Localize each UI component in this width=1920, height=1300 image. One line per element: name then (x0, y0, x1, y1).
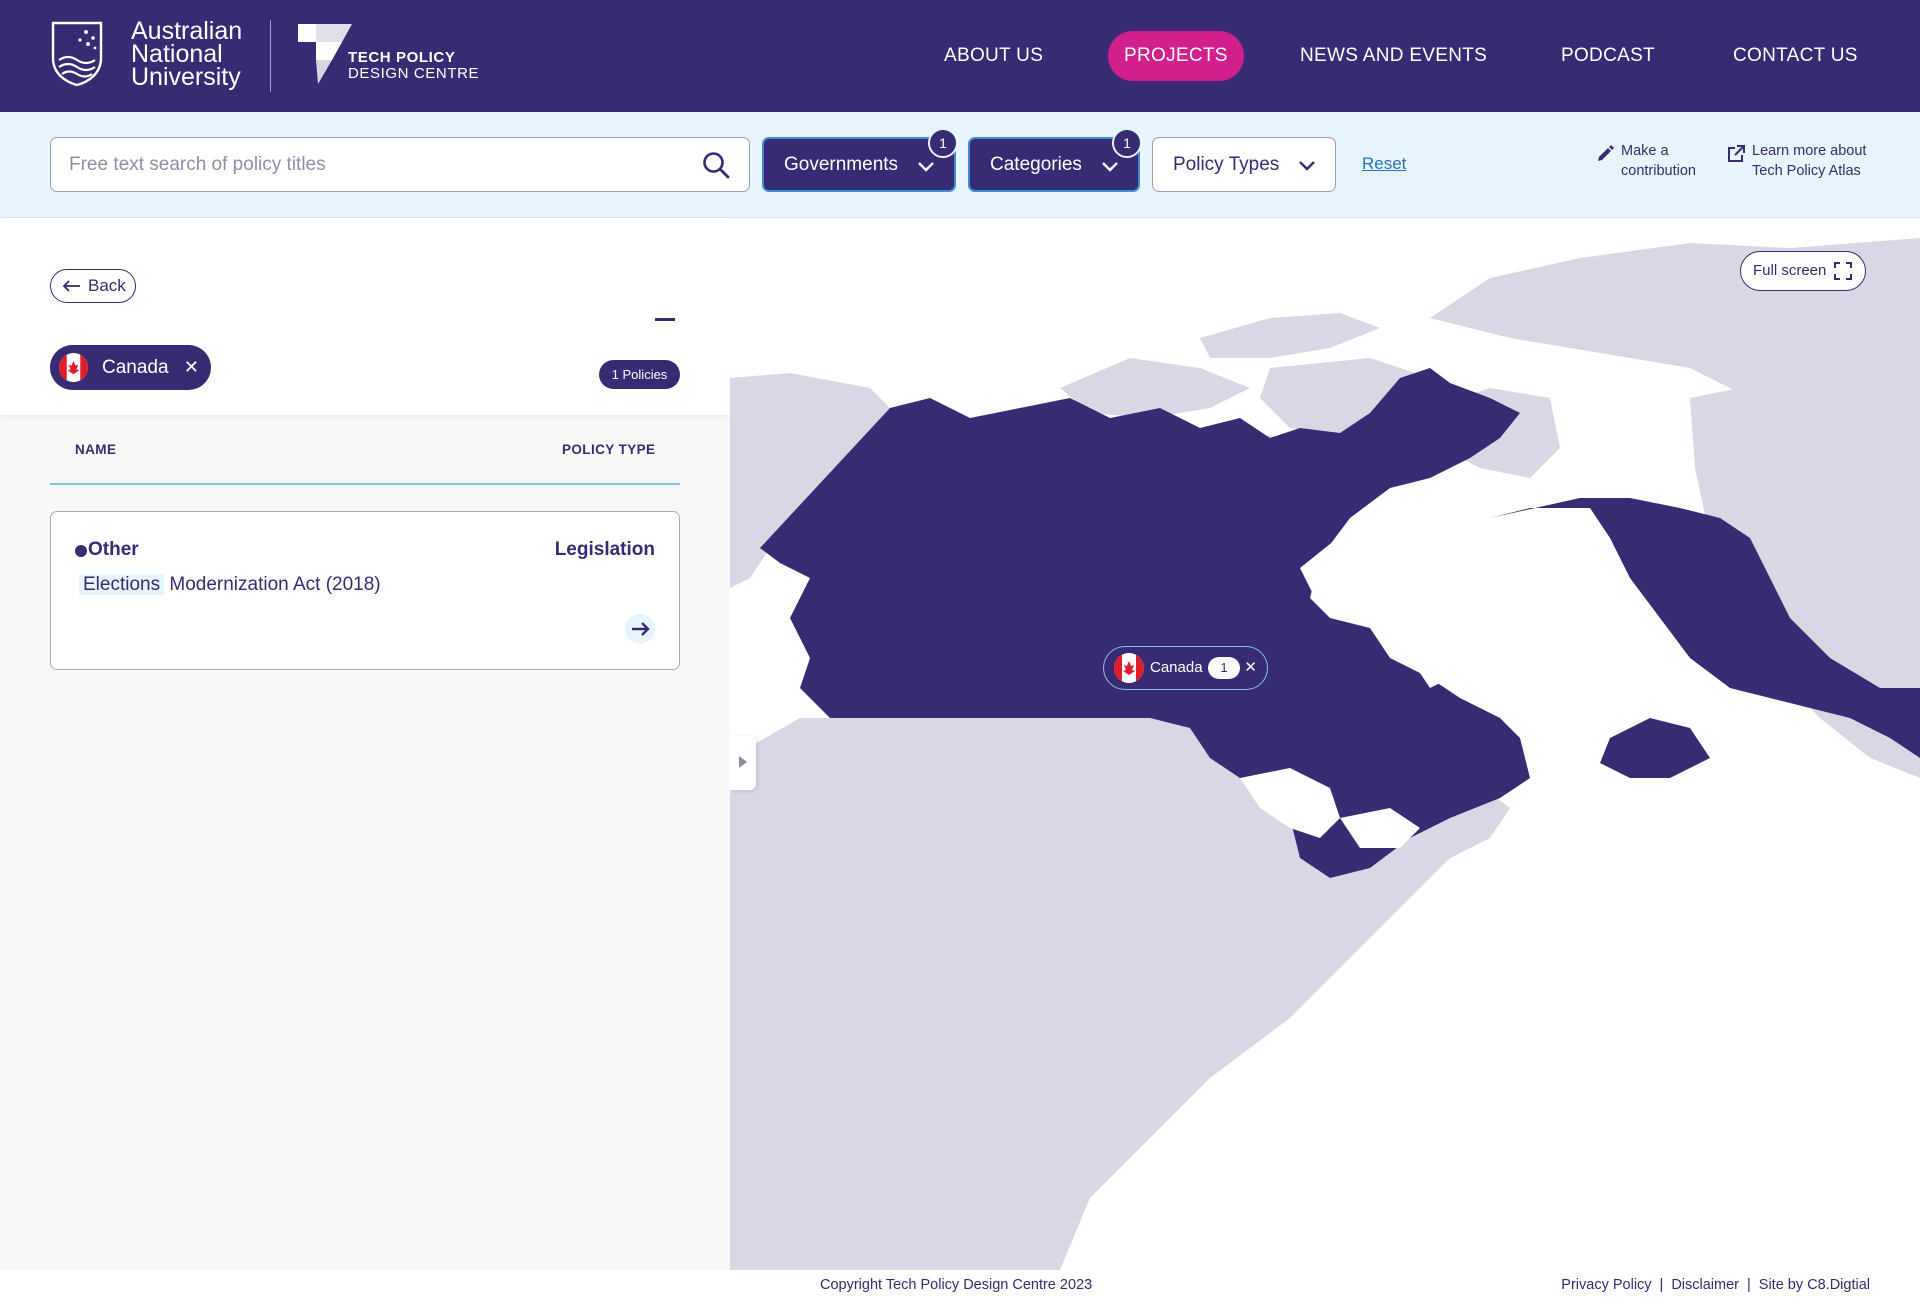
policy-category: Other (75, 539, 139, 561)
copyright-text: Copyright Tech Policy Design Centre 2023 (820, 1277, 1093, 1293)
make-contribution-line: contribution (1621, 163, 1696, 179)
nav-projects[interactable]: PROJECTS (1108, 31, 1244, 81)
governments-label: Governments (784, 154, 899, 175)
chevron-down-icon (1102, 162, 1118, 172)
pencil-icon (1598, 145, 1614, 161)
map-country-marker[interactable]: Canada 1 ✕ (1103, 646, 1268, 690)
search-icon[interactable] (701, 150, 731, 180)
policy-title-rest: Modernization Act (2018) (164, 574, 381, 595)
canada-flag-icon (1114, 653, 1144, 683)
learn-more-line: Learn more about (1752, 143, 1867, 159)
close-icon[interactable]: ✕ (1244, 647, 1257, 688)
footer-separator: | (1747, 1277, 1751, 1293)
policy-types-dropdown[interactable]: Policy Types (1152, 137, 1336, 192)
categories-label: Categories (990, 154, 1082, 175)
chevron-down-icon (918, 162, 934, 172)
column-header-policy-type: POLICY TYPE (562, 442, 656, 457)
marker-policy-count: 1 (1208, 657, 1240, 679)
filter-bar: Governments 1 Categories 1 Policy Types … (0, 112, 1920, 218)
policies-count-badge: 1 Policies (599, 360, 680, 389)
privacy-policy-link[interactable]: Privacy Policy (1561, 1277, 1651, 1293)
column-header-name: NAME (75, 442, 117, 457)
fullscreen-icon (1834, 262, 1852, 280)
main-nav: ABOUT US PROJECTS NEWS AND EVENTS PODCAS… (0, 31, 1920, 81)
chevron-down-icon (1299, 161, 1315, 171)
fullscreen-button[interactable]: Full screen (1740, 251, 1866, 291)
external-link-icon (1728, 145, 1745, 162)
reset-filters-link[interactable]: Reset (1362, 154, 1406, 174)
policy-card[interactable]: Other Legislation Elections Modernizatio… (50, 511, 680, 670)
make-contribution-line: Make a (1621, 143, 1669, 159)
remove-country-icon[interactable]: ✕ (184, 345, 199, 390)
categories-count-badge: 1 (1112, 128, 1142, 158)
search-box (50, 137, 750, 192)
categories-dropdown[interactable]: Categories 1 (968, 128, 1142, 192)
marker-country-name: Canada (1150, 659, 1203, 676)
map-view[interactable]: Full screen Canada 1 ✕ (730, 218, 1920, 1270)
category-dot-icon (75, 545, 87, 557)
policy-types-label: Policy Types (1173, 154, 1280, 175)
play-arrow-icon (739, 756, 747, 768)
arrow-left-icon (62, 280, 80, 292)
arctic-islands (1200, 313, 1380, 358)
site-header: Australian National University TECH POLI… (0, 0, 1920, 112)
footer-separator: | (1659, 1277, 1664, 1293)
governments-dropdown[interactable]: Governments 1 (762, 128, 958, 192)
nav-contact-us[interactable]: CONTACT US (1733, 31, 1858, 81)
fullscreen-label: Full screen (1753, 262, 1827, 279)
policy-title: Elections Modernization Act (2018) (79, 570, 381, 600)
nav-news-and-events[interactable]: NEWS AND EVENTS (1300, 31, 1487, 81)
selected-country-chip: Canada ✕ (50, 345, 211, 390)
column-divider (50, 483, 680, 485)
nav-podcast[interactable]: PODCAST (1561, 31, 1655, 81)
back-button[interactable]: Back (50, 269, 136, 303)
disclaimer-link[interactable]: Disclaimer (1671, 1277, 1739, 1293)
canada-flag-icon (59, 353, 88, 382)
policy-title-highlight: Elections (79, 574, 165, 595)
world-map[interactable] (730, 218, 1920, 1270)
policy-type-label: Legislation (554, 539, 655, 560)
site-footer: Copyright Tech Policy Design Centre 2023… (0, 1270, 1920, 1300)
learn-more-link[interactable]: Learn more about Tech Policy Atlas (1728, 141, 1867, 181)
results-panel: Back Canada ✕ 1 Policies NAME POLICY TYP… (0, 218, 730, 1270)
back-label: Back (88, 276, 126, 295)
learn-more-line: Tech Policy Atlas (1752, 163, 1861, 179)
policy-category-label: Other (88, 539, 139, 560)
governments-count-badge: 1 (928, 128, 958, 158)
panel-header: Back Canada ✕ 1 Policies (0, 218, 730, 415)
arrow-right-icon[interactable] (625, 614, 655, 644)
search-input[interactable] (69, 138, 669, 191)
toggle-panel-button[interactable] (730, 736, 756, 790)
newfoundland (1600, 718, 1710, 778)
footer-links: Privacy Policy | Disclaimer | Site by C8.Dig… (1561, 1277, 1870, 1293)
selected-country-name: Canada (102, 357, 169, 378)
minimize-panel-button[interactable] (655, 318, 675, 321)
nav-about-us[interactable]: ABOUT US (944, 31, 1043, 81)
make-contribution-link[interactable]: Make a contribution (1598, 141, 1696, 181)
site-credit-link[interactable]: Site by C8.Digtial (1759, 1277, 1870, 1293)
